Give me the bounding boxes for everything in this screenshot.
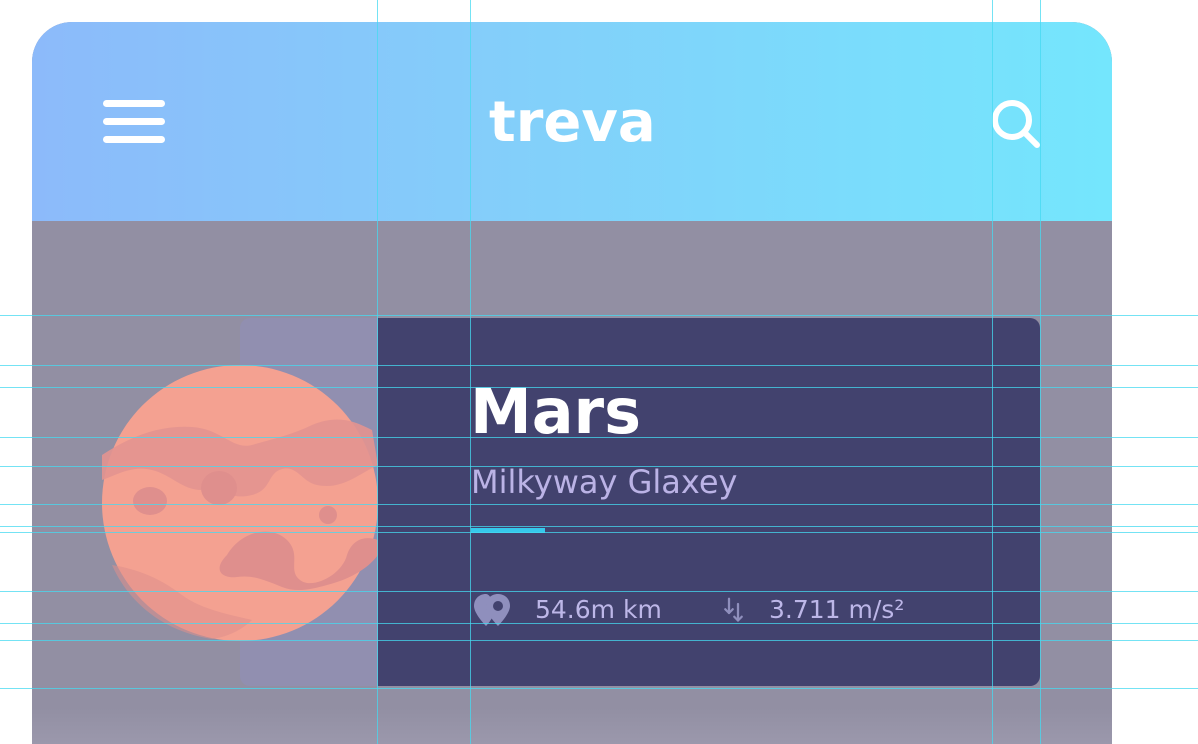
planet-galaxy: Milkyway Glaxey	[471, 463, 738, 501]
bottom-shade	[32, 708, 1112, 744]
distance-value: 54.6m km	[535, 595, 662, 624]
hamburger-menu-icon[interactable]	[103, 100, 165, 144]
planet-card[interactable]: Mars Milkyway Glaxey 54.6m km 3.711 m/s²	[378, 318, 1040, 686]
search-icon[interactable]	[990, 98, 1042, 150]
mars-planet-illustration	[102, 365, 378, 641]
accent-divider	[471, 528, 545, 533]
top-app-bar: treva	[32, 22, 1112, 221]
planet-name: Mars	[470, 375, 642, 448]
gravity-stat: 3.711 m/s²	[723, 592, 904, 628]
distance-stat: 54.6m km	[472, 592, 662, 628]
brand-title: treva	[489, 90, 656, 155]
app-frame: treva Mars Milkyway Glaxey 54.6m km 3.71…	[32, 22, 1112, 744]
location-pins-icon	[474, 594, 510, 626]
gravity-value: 3.711 m/s²	[769, 595, 905, 624]
gravity-arrows-icon	[724, 597, 743, 622]
